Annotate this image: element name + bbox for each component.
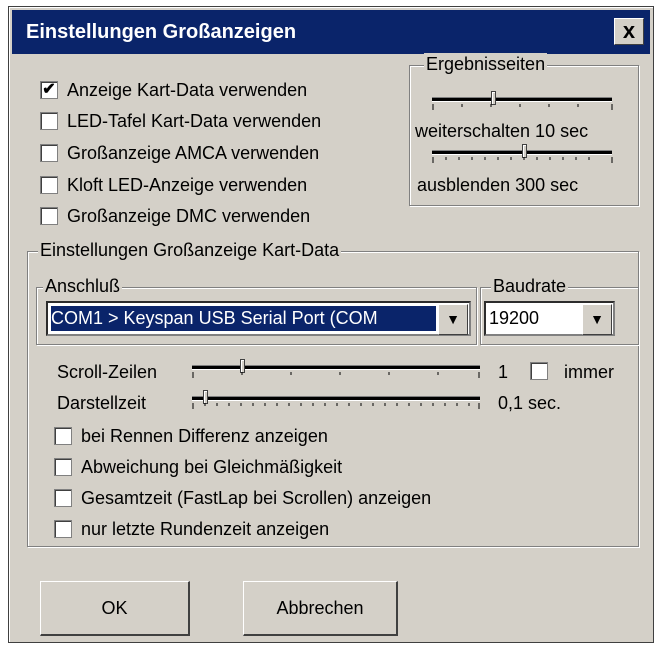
advance-slider-track[interactable] [432, 97, 612, 102]
results-group-title: Ergebnisseiten [424, 53, 548, 75]
display-time-label: Darstellzeit [57, 393, 147, 413]
baud-select-value: 19200 [489, 308, 540, 328]
checkbox-dmc[interactable] [40, 207, 58, 225]
close-button[interactable]: x [614, 18, 644, 45]
always-checkbox[interactable] [530, 362, 548, 380]
label-total-time: Gesamtzeit (FastLap bei Scrollen) anzeig… [81, 488, 432, 508]
checkbox-led-tafel[interactable] [40, 112, 58, 130]
title-bar[interactable]: Einstellungen Großanzeigen x [12, 10, 650, 54]
scroll-lines-value: 1 [498, 362, 509, 382]
scroll-lines-slider-ticks [192, 372, 480, 378]
checkbox-regularity-deviation[interactable] [54, 458, 72, 476]
checkbox-total-time[interactable] [54, 489, 72, 507]
label-last-lap-only: nur letzte Rundenzeit anzeigen [81, 519, 330, 539]
kartdata-group-title: Einstellungen Großanzeige Kart-Data [38, 239, 342, 261]
display-time-slider-track[interactable] [192, 396, 480, 401]
checkbox-anzeige-kart-data[interactable]: ✔ [40, 81, 58, 99]
label-anzeige-kart-data: Anzeige Kart-Data verwenden [67, 80, 308, 100]
cancel-button[interactable]: Abbrechen [243, 581, 398, 636]
port-select-value: COM1 > Keyspan USB Serial Port (COM [51, 306, 436, 331]
display-time-slider-ticks [192, 403, 480, 409]
hide-label: ausblenden 300 sec [417, 175, 579, 195]
label-race-difference: bei Rennen Differenz anzeigen [81, 426, 328, 446]
checkbox-amca[interactable] [40, 144, 58, 162]
port-group-title: Anschluß [43, 275, 123, 297]
baud-group-title: Baudrate [491, 275, 569, 297]
label-dmc: Großanzeige DMC verwenden [67, 206, 311, 226]
hide-slider-ticks [432, 157, 613, 163]
baud-select[interactable]: 19200 ▼ [484, 301, 615, 336]
label-amca: Großanzeige AMCA verwenden [67, 143, 320, 163]
baud-dropdown-button[interactable]: ▼ [582, 304, 612, 335]
checkbox-last-lap-only[interactable] [54, 520, 72, 538]
scroll-lines-label: Scroll-Zeilen [57, 362, 158, 382]
scroll-lines-slider-track[interactable] [192, 365, 480, 370]
checkbox-kloft-led[interactable] [40, 176, 58, 194]
checkbox-race-difference[interactable] [54, 427, 72, 445]
port-select[interactable]: COM1 > Keyspan USB Serial Port (COM ▼ [46, 301, 471, 336]
label-kloft-led: Kloft LED-Anzeige verwenden [67, 175, 308, 195]
label-regularity-deviation: Abweichung bei Gleichmäßigkeit [81, 457, 343, 477]
advance-label: weiterschalten 10 sec [415, 121, 589, 141]
display-time-value: 0,1 sec. [498, 393, 562, 413]
advance-slider-ticks [432, 104, 613, 110]
always-label: immer [564, 362, 614, 382]
settings-dialog: Einstellungen Großanzeigen x ✔ Anzeige K… [8, 6, 654, 643]
label-led-tafel: LED-Tafel Kart-Data verwenden [67, 111, 322, 131]
window-title: Einstellungen Großanzeigen [26, 21, 297, 43]
ok-button[interactable]: OK [40, 581, 190, 636]
port-dropdown-button[interactable]: ▼ [438, 304, 468, 335]
